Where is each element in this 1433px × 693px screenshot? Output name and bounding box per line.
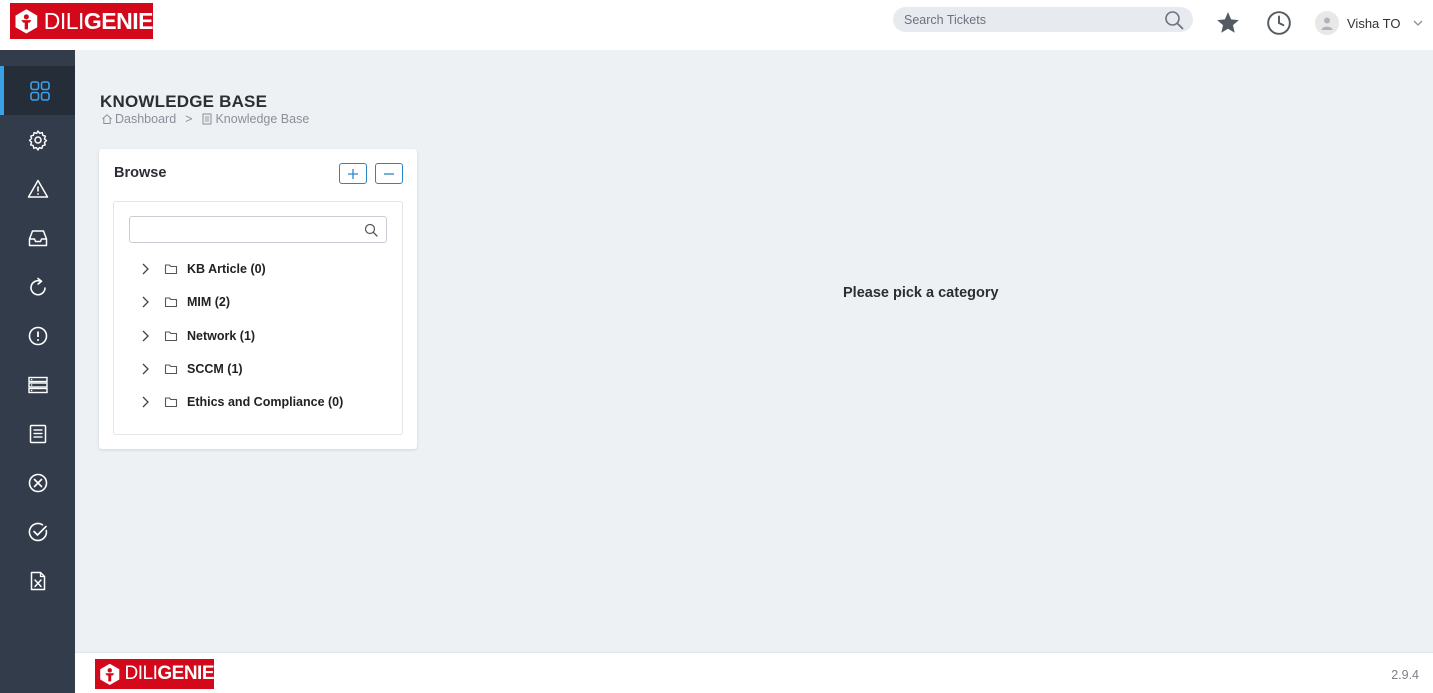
top-header: DILIGENIE Visha TO (0, 0, 1433, 50)
breadcrumb-knowledge-base[interactable]: Knowledge Base (201, 112, 309, 126)
close-circle-icon (28, 473, 47, 492)
genie-logo-icon (100, 663, 120, 686)
app-version: 2.9.4 (1391, 668, 1419, 682)
user-menu[interactable]: Visha TO (1315, 11, 1424, 35)
empty-state-message: Please pick a category (843, 285, 999, 301)
check-circle-icon (28, 522, 47, 541)
alert-circle-icon (28, 326, 47, 345)
sidebar (0, 50, 75, 693)
tree-node[interactable]: Ethics and Compliance (0) (138, 392, 343, 412)
minus-icon (384, 172, 394, 175)
sidebar-item-problems[interactable] (0, 311, 75, 360)
tree-node-label: MIM (2) (187, 295, 231, 309)
tree-node[interactable]: MIM (2) (138, 292, 230, 312)
ticket-search (893, 7, 1193, 32)
brand-logo[interactable]: DILIGENIE (10, 3, 154, 39)
user-icon (1321, 17, 1333, 30)
tree-node-label: Ethics and Compliance (0) (187, 395, 344, 409)
sidebar-item-knowledge-base[interactable] (0, 409, 75, 458)
folder-icon (164, 297, 178, 308)
expand-all-button[interactable] (339, 163, 367, 184)
page-title: KNOWLEDGE BASE (100, 92, 268, 111)
search-icon[interactable] (1164, 10, 1184, 30)
category-tree: KB Article (0) MIM (2) Network (1) SCCM … (113, 201, 403, 435)
brand-name: DILIGENIE (124, 663, 215, 684)
document-icon (202, 113, 212, 125)
category-search (129, 216, 387, 243)
chevron-down-icon[interactable] (1412, 17, 1424, 29)
home-icon (102, 114, 112, 124)
footer-logo: DILIGENIE (95, 659, 214, 689)
footer: DILIGENIE 2.9.4 (75, 652, 1433, 693)
star-icon[interactable] (1215, 10, 1241, 36)
genie-logo-icon (15, 9, 38, 34)
sidebar-item-changes[interactable] (0, 262, 75, 311)
chevron-right-icon[interactable] (138, 329, 152, 343)
sidebar-item-rejected[interactable] (0, 458, 75, 507)
breadcrumb: Dashboard > Knowledge Base (101, 112, 309, 126)
sidebar-item-approvals[interactable] (0, 507, 75, 556)
dashboard-grid-icon (29, 80, 50, 101)
folder-icon (164, 264, 178, 275)
sidebar-item-dashboard[interactable] (0, 66, 75, 115)
folder-icon (164, 364, 178, 375)
plus-icon (348, 168, 358, 179)
user-name: Visha TO (1347, 15, 1401, 31)
tree-node[interactable]: SCCM (1) (138, 359, 243, 379)
sidebar-item-inbox[interactable] (0, 213, 75, 262)
server-list-icon (27, 376, 48, 393)
excel-file-icon (30, 571, 45, 590)
search-input[interactable] (904, 7, 1159, 32)
browse-title: Browse (114, 165, 167, 181)
breadcrumb-separator: > (185, 112, 193, 126)
tree-node-label: SCCM (1) (187, 362, 243, 376)
tree-node-label: Network (1) (187, 329, 256, 343)
category-search-input[interactable] (130, 217, 358, 242)
tree-node[interactable]: KB Article (0) (138, 259, 266, 279)
gear-icon (28, 129, 47, 151)
clock-icon[interactable] (1266, 10, 1292, 36)
document-icon (29, 424, 46, 443)
tree-node-label: KB Article (0) (187, 262, 266, 276)
folder-icon (164, 331, 178, 342)
chevron-right-icon[interactable] (138, 395, 152, 409)
brand-name: DILIGENIE (43, 7, 154, 34)
chevron-right-icon[interactable] (138, 262, 152, 276)
folder-icon (164, 397, 178, 408)
sidebar-item-settings[interactable] (0, 115, 75, 164)
collapse-all-button[interactable] (375, 163, 403, 184)
sidebar-item-reports[interactable] (0, 556, 75, 605)
chevron-right-icon[interactable] (138, 295, 152, 309)
tree-node[interactable]: Network (1) (138, 326, 255, 346)
warning-triangle-icon (27, 179, 48, 198)
sidebar-item-incidents[interactable] (0, 164, 75, 213)
refresh-icon (29, 277, 46, 296)
chevron-right-icon[interactable] (138, 362, 152, 376)
browse-panel: Browse KB Article (0) MIM (2) Network (1… (99, 149, 417, 449)
sidebar-item-assets[interactable] (0, 360, 75, 409)
inbox-icon (28, 229, 47, 246)
search-icon[interactable] (364, 223, 378, 237)
breadcrumb-dashboard[interactable]: Dashboard (101, 112, 176, 126)
avatar (1315, 11, 1339, 35)
